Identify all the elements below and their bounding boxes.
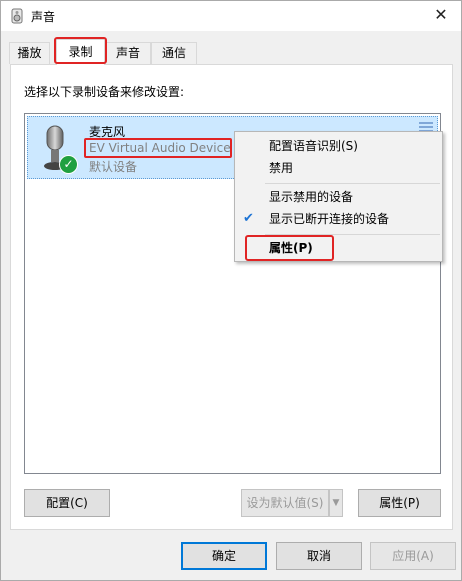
cancel-button-label: 取消	[306, 549, 331, 563]
tab-highlight-box	[54, 37, 107, 64]
menu-separator	[265, 183, 440, 184]
chevron-down-icon[interactable]: ▼	[329, 489, 343, 517]
description-highlight-box	[84, 138, 232, 158]
close-button[interactable]: ✕	[421, 1, 461, 31]
menu-item-configure-speech[interactable]: 配置语音识别(S)	[236, 135, 441, 157]
configure-button-label: 配置(C)	[46, 496, 88, 510]
properties-button-label: 属性(P)	[379, 496, 420, 510]
menu-item-disable[interactable]: 禁用	[236, 157, 441, 179]
properties-button[interactable]: 属性(P)	[358, 489, 441, 517]
context-menu: 配置语音识别(S) 禁用 显示禁用的设备 ✔ 显示已断开连接的设备 属性(P)	[234, 131, 443, 262]
title-bar[interactable]: 声音 ✕	[1, 1, 461, 31]
menu-item-show-disconnected[interactable]: ✔ 显示已断开连接的设备	[236, 208, 441, 230]
instruction-text: 选择以下录制设备来修改设置:	[24, 85, 185, 99]
tab-playback-label: 播放	[17, 46, 42, 60]
tab-communications[interactable]: 通信	[151, 42, 197, 64]
checkmark-icon: ✔	[243, 211, 254, 226]
checkmark-icon: ✓	[59, 155, 78, 174]
set-default-button[interactable]: 设为默认值(S)	[241, 489, 329, 517]
device-status: 默认设备	[89, 160, 138, 174]
speaker-icon	[11, 8, 23, 24]
properties-highlight-box	[245, 235, 334, 261]
cancel-button[interactable]: 取消	[276, 542, 362, 570]
menu-item-label: 配置语音识别(S)	[269, 139, 358, 153]
tab-playback[interactable]: 播放	[9, 42, 50, 64]
ok-button-label: 确定	[211, 549, 236, 563]
apply-button[interactable]: 应用(A)	[370, 542, 456, 570]
tab-communications-label: 通信	[161, 46, 186, 60]
apply-button-label: 应用(A)	[392, 549, 434, 563]
menu-item-show-disabled[interactable]: 显示禁用的设备	[236, 186, 441, 208]
configure-button[interactable]: 配置(C)	[24, 489, 110, 517]
window-title: 声音	[31, 10, 56, 24]
close-icon: ✕	[434, 5, 448, 24]
tab-sounds-label: 声音	[115, 46, 140, 60]
ok-button[interactable]: 确定	[181, 542, 267, 570]
menu-item-label: 禁用	[269, 161, 294, 175]
set-default-button-label: 设为默认值(S)	[246, 496, 324, 510]
sound-dialog: 声音 ✕ 播放 录制 声音 通信 选择以下录制设备来修改设置: ✓ 麦克风 EV…	[0, 0, 462, 581]
menu-item-label: 显示禁用的设备	[269, 190, 354, 204]
menu-item-label: 显示已断开连接的设备	[269, 212, 390, 226]
tab-sounds[interactable]: 声音	[105, 42, 151, 64]
